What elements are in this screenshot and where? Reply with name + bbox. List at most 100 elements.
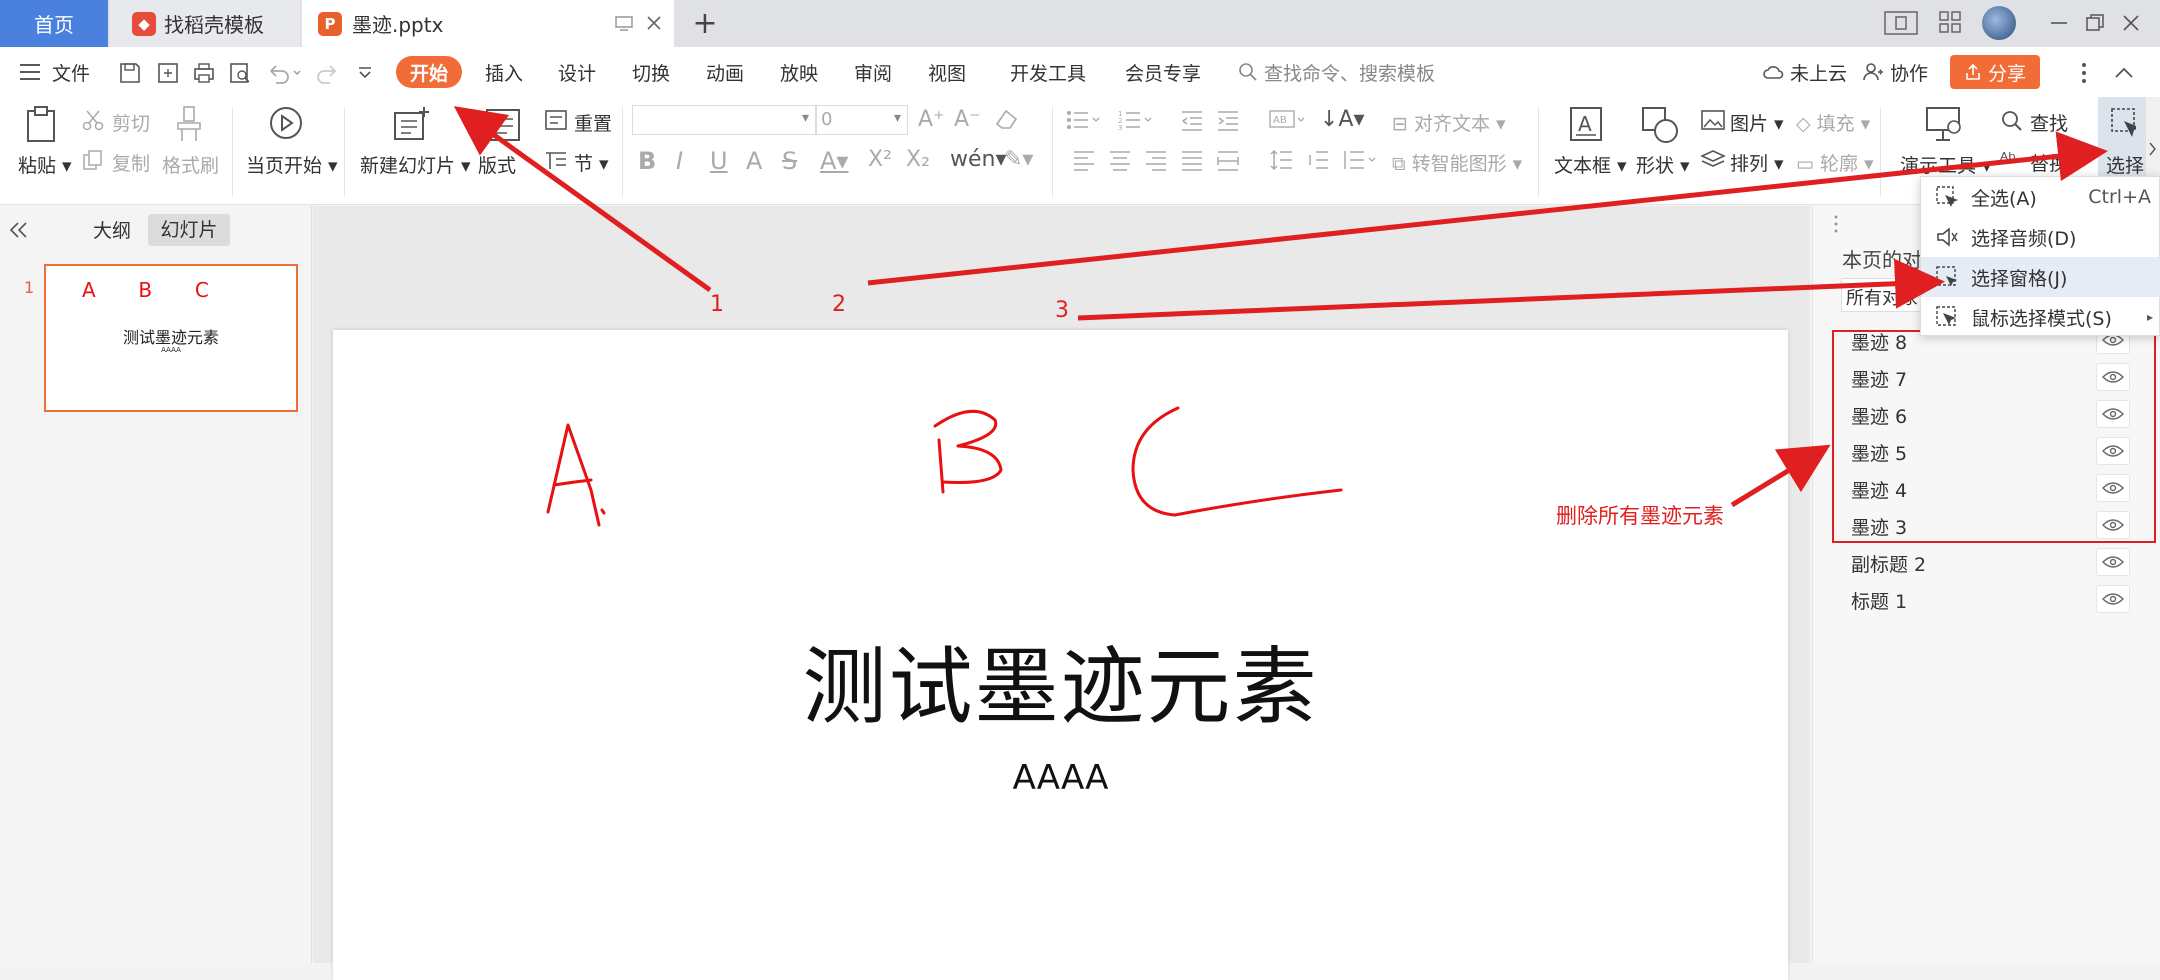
picture-icon[interactable] [1700,109,1726,131]
menu-item-select-audio[interactable]: 选择音频(D) [1921,217,2160,257]
replace-label[interactable]: 替换 [2030,149,2068,176]
replace-icon[interactable]: ᴬᵇ [2000,149,2016,171]
decrease-font-icon[interactable]: A⁻ [954,107,981,132]
more-options-icon[interactable] [2080,61,2088,85]
highlight-icon[interactable]: ✎▾ [1004,147,1033,172]
smart-art-button[interactable]: ⧉ 转智能图形 ▾ [1392,149,1522,176]
menu-slideshow[interactable]: 放映 [780,47,818,97]
visibility-eye-icon[interactable] [2096,585,2130,613]
tab-home[interactable]: 首页 [0,0,108,47]
columns-icon[interactable] [1342,149,1378,171]
menu-start[interactable]: 开始 [396,56,463,88]
text-direction-icon[interactable]: AB [1268,109,1308,131]
increase-font-icon[interactable]: A⁺ [918,107,945,132]
menu-member[interactable]: 会员专享 [1125,47,1201,97]
align-right-icon[interactable] [1144,149,1168,171]
format-painter-icon[interactable] [174,105,204,145]
subscript-icon[interactable]: X₂ [906,147,930,172]
text-shadow-icon[interactable]: A [746,147,762,175]
play-current-button[interactable]: 当页开始 ▾ [246,151,338,178]
undo-icon[interactable] [266,61,302,85]
menu-item-selection-pane[interactable]: 选择窗格(J) [1921,257,2160,297]
text-box-icon[interactable]: A [1568,105,1604,143]
file-menu[interactable]: 文件 [18,47,90,97]
arrange-button[interactable]: 排列 ▾ [1730,149,1784,176]
paste-button[interactable]: 粘贴 ▾ [18,151,72,178]
user-avatar[interactable] [1982,6,2016,40]
menu-developer[interactable]: 开发工具 [1010,47,1086,97]
layout-label[interactable]: 版式 [478,151,516,178]
menu-animation[interactable]: 动画 [706,47,744,97]
menu-insert[interactable]: 插入 [485,47,523,97]
layout-icon[interactable] [484,107,522,143]
line-spacing-icon[interactable] [1270,149,1294,171]
menu-view[interactable]: 视图 [928,47,966,97]
font-family-select[interactable]: ▾ [632,105,816,135]
menu-item-select-all[interactable]: 全选(A) Ctrl+A [1921,177,2160,217]
paste-icon[interactable] [24,105,60,145]
outline-button[interactable]: ▭ 轮廓 ▾ [1796,149,1874,176]
bullet-list-icon[interactable] [1066,109,1102,131]
close-window-icon[interactable] [2120,12,2142,34]
clear-format-icon[interactable] [994,107,1020,131]
object-item-subtitle-2[interactable]: 副标题 2 [1851,550,1926,577]
new-tab-button[interactable]: + [690,0,720,47]
shape-icon[interactable] [1640,105,1680,145]
copy-icon[interactable] [82,149,104,171]
justify-icon[interactable] [1180,149,1204,171]
slide[interactable]: 测试墨迹元素 AAAA [333,330,1788,980]
presentation-tools-icon[interactable] [1924,105,1964,143]
format-painter-label[interactable]: 格式刷 [162,151,219,178]
print-icon[interactable] [192,61,216,85]
save-icon[interactable] [118,61,142,85]
window-layout-icon[interactable] [1884,10,1918,36]
font-size-select[interactable]: 0 ▾ [816,105,908,135]
strikethrough-icon[interactable]: S [782,147,797,175]
close-tab-icon[interactable] [644,13,664,33]
slide-subtitle[interactable]: AAAA [333,758,1788,798]
slide-title[interactable]: 测试墨迹元素 [333,620,1788,741]
collapse-ribbon-icon[interactable] [2112,61,2136,85]
new-slide-icon[interactable] [392,105,432,143]
paragraph-spacing-icon[interactable] [1306,149,1330,171]
menu-design[interactable]: 设计 [558,47,596,97]
ink-letter-b[interactable] [933,409,1003,494]
arrange-icon[interactable] [1700,149,1726,171]
bold-icon[interactable]: B [638,147,656,175]
tab-document[interactable]: P 墨迹.pptx [302,0,674,47]
line-spacing-sort-icon[interactable]: ↓A▾ [1320,107,1365,132]
cut-label[interactable]: 剪切 [112,109,150,136]
menu-item-mouse-select-mode[interactable]: 鼠标选择模式(S) ▸ [1921,297,2160,337]
shape-button[interactable]: 形状 ▾ [1636,151,1690,178]
menu-transition[interactable]: 切换 [632,47,670,97]
tab-templates[interactable]: ◆ 找稻壳模板 [110,0,300,47]
cut-icon[interactable] [82,109,104,131]
picture-button[interactable]: 图片 ▾ [1730,109,1784,136]
tab-outline[interactable]: 大纲 [84,216,140,244]
reset-icon[interactable] [544,109,568,131]
underline-icon[interactable]: U [710,147,728,175]
decrease-indent-icon[interactable] [1180,109,1204,131]
redo-icon[interactable] [316,61,340,85]
copy-label[interactable]: 复制 [112,149,150,176]
share-button[interactable]: 分享 [1950,55,2040,89]
font-color-icon[interactable]: A▾ [820,147,848,175]
customize-toolbar-icon[interactable] [356,63,374,81]
align-left-icon[interactable] [1072,149,1096,171]
new-slide-button[interactable]: 新建幻灯片 ▾ [360,151,471,178]
italic-icon[interactable]: I [676,147,683,175]
ink-letter-c[interactable] [1131,406,1343,517]
presentation-tools-button[interactable]: 演示工具 ▾ [1900,151,1992,178]
align-center-icon[interactable] [1108,149,1132,171]
distribute-icon[interactable] [1216,149,1240,171]
minimize-icon[interactable] [2048,12,2070,34]
collaborate-button[interactable]: 协作 [1862,47,1928,97]
pane-drag-handle-icon[interactable] [1833,214,1839,234]
find-label[interactable]: 查找 [2030,109,2068,136]
grid-apps-icon[interactable] [1938,10,1962,34]
align-text-button[interactable]: ⊟ 对齐文本 ▾ [1392,109,1506,136]
ink-letter-a[interactable] [546,423,606,527]
command-search[interactable]: 查找命令、搜索模板 [1238,47,1435,97]
superscript-icon[interactable]: X² [868,147,892,172]
slide-thumbnail[interactable]: A B C 测试墨迹元素 AAAA [44,264,298,412]
